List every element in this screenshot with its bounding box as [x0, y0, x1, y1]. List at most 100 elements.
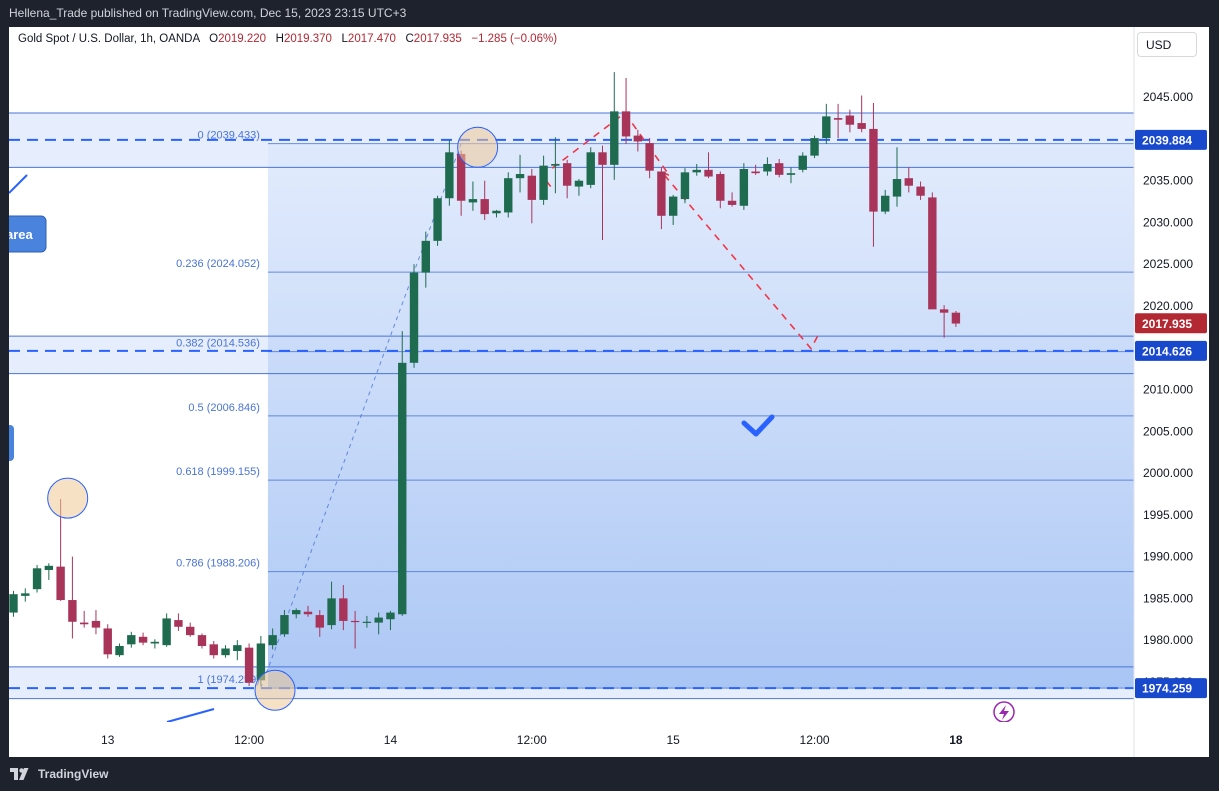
footer: TradingView — [0, 757, 1219, 791]
price-tick-label: 1990.000 — [1143, 550, 1193, 564]
candle-body — [562, 163, 572, 186]
fib-level-label: 0.786 (1988.206) — [176, 558, 260, 570]
highlight-circle[interactable] — [47, 477, 89, 519]
price-tick-label: 1985.000 — [1143, 591, 1193, 605]
price-tick-label: 2000.000 — [1143, 466, 1193, 480]
candle-body — [786, 173, 796, 175]
highlight-circle[interactable] — [457, 126, 499, 168]
side-label-box[interactable] — [9, 425, 14, 461]
candle-body — [68, 600, 77, 622]
price-axis[interactable]: 2045.0002040.0002035.0002030.0002025.000… — [1134, 27, 1209, 757]
lightning-icon[interactable] — [993, 701, 1015, 723]
time-tick-label: 15 — [667, 733, 681, 747]
candle-body — [174, 620, 183, 627]
candle-body — [374, 617, 383, 623]
candle-body — [763, 163, 772, 172]
candle-body — [292, 610, 301, 615]
candle-body — [515, 174, 525, 179]
candle-body — [327, 598, 336, 626]
candle-body — [339, 598, 348, 621]
candle-body — [904, 178, 913, 186]
candle-body — [186, 626, 195, 636]
price-badge-label: 2017.935 — [1142, 317, 1192, 331]
time-tick-label: 18 — [949, 733, 963, 747]
price-tick-label: 2010.000 — [1143, 383, 1193, 397]
symbol-legend: Gold Spot / U.S. Dollar, 1h, OANDA O 2019… — [18, 33, 557, 45]
candle-body — [32, 568, 42, 590]
candle-body — [409, 272, 419, 363]
candle-body — [751, 171, 760, 174]
candle-body — [869, 128, 878, 212]
price-tick-label: 2020.000 — [1143, 299, 1193, 313]
high-label: H — [275, 33, 284, 45]
candle-body — [398, 362, 407, 615]
candle-body — [857, 123, 866, 129]
candle-body — [739, 169, 749, 206]
price-tick-label: 2035.000 — [1143, 174, 1193, 188]
candle-body — [775, 163, 784, 175]
currency-button[interactable]: USD — [1137, 32, 1197, 57]
candle-body — [268, 635, 277, 646]
candle-body — [939, 309, 949, 313]
close-label: C — [405, 33, 414, 45]
highlight-circle[interactable] — [254, 669, 296, 711]
change-value: −1.285 (−0.06%) — [471, 33, 558, 45]
chart-area[interactable]: 0 (2039.433) 0.236 (2024.052) 0.382 (2014.… — [9, 27, 1209, 757]
price-tick-label: 1995.000 — [1143, 508, 1193, 522]
tradingview-brand: TradingView — [38, 767, 109, 781]
candle-body — [621, 111, 631, 137]
open-label: O — [209, 33, 219, 45]
time-tick-label: 12:00 — [800, 733, 830, 747]
area-label-text: area — [9, 227, 34, 242]
candle-body — [350, 620, 360, 623]
publish-line: Hellena_Trade published on TradingView.c… — [9, 6, 407, 20]
price-badge-label: 1974.259 — [1142, 682, 1192, 696]
price-badge-label: 2039.884 — [1142, 133, 1192, 147]
candle-body — [91, 620, 101, 628]
candle-body — [822, 116, 831, 139]
candle-body — [244, 647, 254, 683]
fib-level-label: 0.382 (2014.536) — [176, 338, 260, 350]
low-value: 2017.470 — [347, 33, 396, 45]
high-value: 2019.370 — [283, 33, 332, 45]
candle-body — [44, 565, 54, 570]
candle-body — [103, 628, 112, 655]
symbol-name: Gold Spot / U.S. Dollar, 1h, OANDA — [18, 33, 200, 45]
candle-body — [692, 169, 701, 173]
candle-body — [716, 174, 725, 201]
candle-body — [810, 138, 819, 156]
close-value: 2017.935 — [413, 33, 462, 45]
candle-body — [633, 135, 643, 142]
candle-body — [79, 622, 89, 625]
candle-body — [468, 199, 478, 203]
time-tick-label: 12:00 — [517, 733, 547, 747]
candle-body — [586, 152, 595, 185]
candle-body — [362, 621, 372, 623]
price-tick-label: 2005.000 — [1143, 424, 1193, 438]
candle-body — [527, 175, 537, 200]
candle-body — [433, 198, 442, 241]
candle-body — [892, 179, 902, 197]
price-chart[interactable]: 0 (2039.433)0.236 (2024.052)0.382 (2014.… — [9, 27, 1209, 757]
candle-body — [504, 178, 513, 213]
time-tick-label: 12:00 — [234, 733, 264, 747]
candle-body — [916, 186, 925, 196]
candle-body — [303, 611, 313, 615]
candle-body — [845, 115, 855, 125]
price-tick-label: 1980.000 — [1143, 633, 1193, 647]
time-tick-label: 13 — [101, 733, 115, 747]
price-tick-label: 2045.000 — [1143, 90, 1193, 104]
fib-level-label: 0.236 (2024.052) — [176, 258, 260, 270]
price-badge-label: 2014.626 — [1142, 344, 1192, 358]
fib-level-label: 0.618 (1999.155) — [176, 466, 260, 478]
price-tick-label: 2030.000 — [1143, 215, 1193, 229]
publish-header: Hellena_Trade published on TradingView.c… — [0, 0, 1219, 27]
candle-body — [928, 197, 937, 310]
candle-body — [233, 645, 242, 651]
candle-body — [197, 635, 207, 646]
candle-body — [539, 165, 548, 200]
time-axis[interactable]: 2:001312:001412:001512:0018 — [9, 722, 1134, 757]
candle-body — [209, 644, 218, 656]
tradingview-logo-icon — [10, 768, 29, 780]
candle-body — [610, 111, 619, 165]
